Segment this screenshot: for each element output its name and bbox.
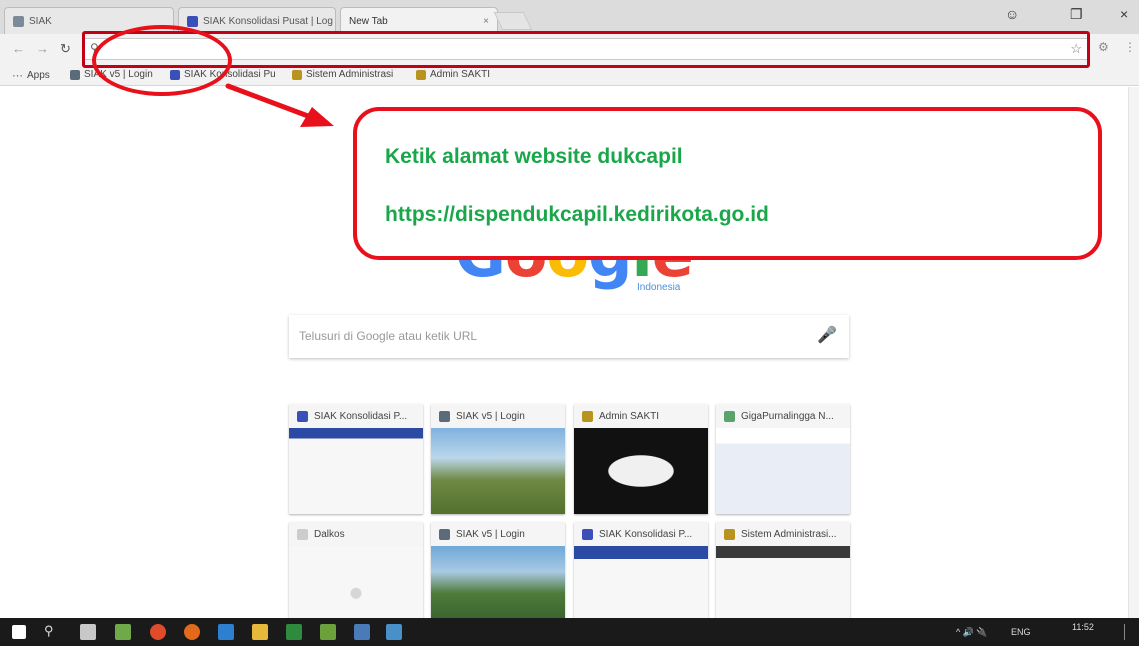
- annotation-arrow: [225, 83, 334, 127]
- app-icon[interactable]: [320, 624, 336, 640]
- app-icon[interactable]: [354, 624, 370, 640]
- arrow-shaft: [225, 83, 319, 122]
- browser-screen: SIAK SIAK Konsolidasi Pusat | Log × New …: [0, 0, 1139, 646]
- system-clock[interactable]: 11:52: [1072, 622, 1094, 632]
- input-language[interactable]: ENG: [1011, 627, 1031, 637]
- app-icon[interactable]: [218, 624, 234, 640]
- taskview-icon[interactable]: [80, 624, 96, 640]
- excel-icon[interactable]: [286, 624, 302, 640]
- chrome-icon[interactable]: [150, 624, 166, 640]
- windows-taskbar: ⚲ ^ 🔊 🔌 ENG 11:52: [0, 618, 1139, 646]
- windows-start-icon[interactable]: [12, 625, 26, 639]
- folder-icon[interactable]: [252, 624, 268, 640]
- search-icon[interactable]: ⚲: [44, 623, 54, 639]
- app-icon[interactable]: [386, 624, 402, 640]
- tray-icons[interactable]: ^ 🔊 🔌: [956, 627, 988, 638]
- firefox-icon[interactable]: [184, 624, 200, 640]
- show-desktop-button[interactable]: [1124, 624, 1132, 640]
- app-icon[interactable]: [115, 624, 131, 640]
